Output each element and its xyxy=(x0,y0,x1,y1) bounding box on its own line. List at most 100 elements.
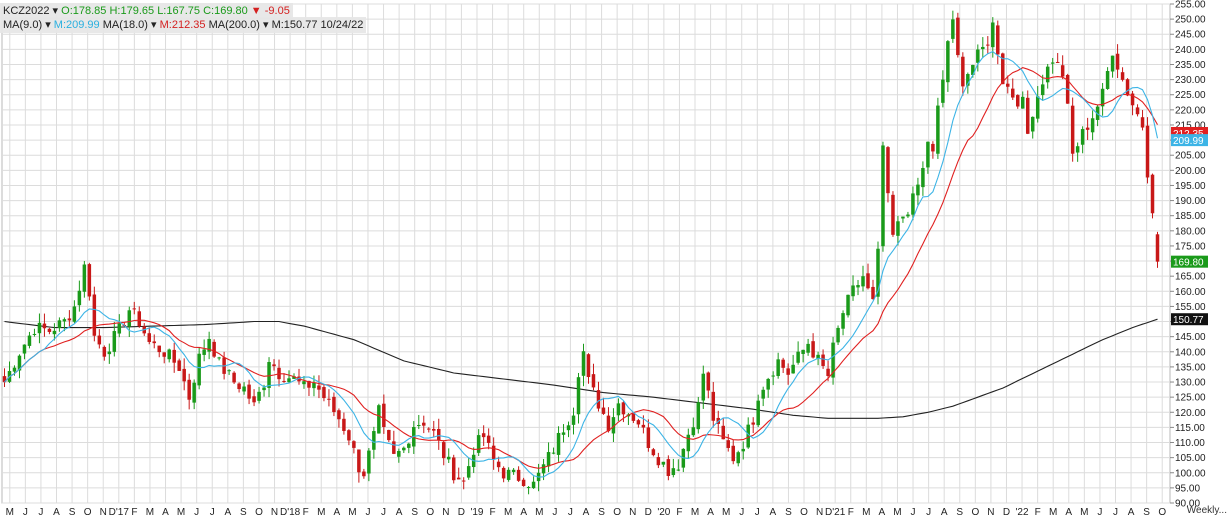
price-tag: 169.80 xyxy=(1171,255,1208,269)
x-tick-label: M xyxy=(1080,507,1088,518)
candle-body xyxy=(821,354,825,366)
candle-body xyxy=(516,469,521,481)
y-tick-label: 105.00 xyxy=(1175,453,1206,464)
candle-body xyxy=(1035,96,1040,119)
candle-body xyxy=(337,410,341,420)
price-tag-label: 150.77 xyxy=(1173,315,1204,326)
candle-body xyxy=(387,429,391,441)
y-tick-label: 145.00 xyxy=(1175,332,1206,343)
x-tick-label: M xyxy=(862,507,870,518)
x-tick-label: '19 xyxy=(470,507,483,518)
candle-body xyxy=(546,452,551,467)
candle-body xyxy=(761,389,765,399)
candle-body xyxy=(511,469,516,472)
candle xyxy=(1145,117,1150,184)
x-tick-label: M xyxy=(177,507,185,518)
candle-body xyxy=(556,432,561,455)
candle-body xyxy=(906,214,910,217)
candle-body xyxy=(926,141,930,168)
x-tick-label: S xyxy=(240,507,247,518)
candle-body xyxy=(706,372,711,391)
candle-body xyxy=(92,294,97,336)
x-tick-label: A xyxy=(770,507,777,518)
x-tick-label: A xyxy=(520,507,527,518)
candle-body xyxy=(746,424,750,448)
candle-body xyxy=(1080,129,1085,145)
candle xyxy=(696,396,701,434)
candle-body xyxy=(107,351,112,355)
candle-body xyxy=(237,383,241,390)
candle xyxy=(232,371,236,385)
candle-body xyxy=(931,143,935,152)
candle-body xyxy=(521,479,526,486)
candle-body xyxy=(397,450,401,457)
symbol-label[interactable]: KCZ2022 xyxy=(3,5,49,17)
candle-body xyxy=(591,374,596,388)
timeframe-label[interactable]: Weekly... xyxy=(1187,505,1227,516)
y-tick-label: 235.00 xyxy=(1175,60,1206,71)
candle-body xyxy=(1020,96,1025,109)
candle-body xyxy=(67,318,72,321)
candle-body xyxy=(1050,62,1055,64)
x-tick-label: O xyxy=(1158,507,1166,518)
x-tick-label: O xyxy=(84,507,92,518)
x-tick-label: A xyxy=(224,507,231,518)
ma18-name[interactable]: MA(18.0) xyxy=(103,19,148,31)
candle-body xyxy=(312,382,316,389)
candle-body xyxy=(856,285,860,288)
candle-body xyxy=(202,349,206,355)
candle-body xyxy=(986,44,990,46)
candle xyxy=(1150,173,1155,219)
candle-body xyxy=(272,364,276,367)
candle xyxy=(1070,97,1075,162)
candle-body xyxy=(756,400,760,426)
candle-body xyxy=(646,427,651,449)
price-chart[interactable]: 90.00 95.00 100.00 105.00 110.00 115.00 120.00… xyxy=(0,0,1229,518)
candle-body xyxy=(701,373,706,401)
candle-body xyxy=(976,49,980,63)
high-value: H:179.65 xyxy=(109,5,155,17)
x-tick-label: J xyxy=(568,507,573,518)
x-tick-label: A xyxy=(879,507,886,518)
candle-body xyxy=(686,434,691,452)
x-tick-label: A xyxy=(1128,507,1135,518)
candle-body xyxy=(212,341,216,357)
candle-body xyxy=(1045,66,1050,83)
candle xyxy=(836,325,840,345)
x-tick-label: O xyxy=(426,507,434,518)
x-tick-label: N xyxy=(271,507,278,518)
candle-body xyxy=(182,368,186,382)
candle xyxy=(212,339,216,358)
candle-body xyxy=(936,105,940,154)
y-axis: 90.0095.00100.00105.00110.00115.00120.00… xyxy=(1170,0,1206,510)
candle xyxy=(92,286,97,342)
x-tick-label: N xyxy=(442,507,449,518)
candle-body xyxy=(1150,174,1155,214)
candle-body xyxy=(217,357,221,359)
ma200-name[interactable]: MA(200.0) xyxy=(209,19,260,31)
x-tick-label: S xyxy=(411,507,418,518)
candle-body xyxy=(661,461,666,465)
ma9-dropdown-icon[interactable]: ▾ xyxy=(45,19,51,31)
candle-body xyxy=(1090,118,1095,133)
ma18-dropdown-icon[interactable]: ▾ xyxy=(151,19,157,31)
candle-body xyxy=(911,193,915,215)
x-tick-label: F xyxy=(131,507,137,518)
symbol-dropdown-icon[interactable]: ▾ xyxy=(53,5,59,17)
ma9-name[interactable]: MA(9.0) xyxy=(3,19,42,31)
candle-body xyxy=(771,375,775,377)
price-tag: 209.99 xyxy=(1171,134,1208,147)
candle-body xyxy=(377,405,381,434)
candle-body xyxy=(1105,71,1110,89)
quote-date: 10/24/22 xyxy=(320,19,364,31)
candle-body xyxy=(152,341,156,344)
candle-body xyxy=(192,382,196,403)
x-tick-label: F xyxy=(1035,507,1041,518)
chart-canvas[interactable]: 90.0095.00100.00105.00110.00115.00120.00… xyxy=(0,0,1229,518)
candle-body xyxy=(666,459,671,476)
candle-body xyxy=(317,385,321,390)
candle-body xyxy=(382,403,386,427)
candle-body xyxy=(132,308,137,310)
x-tick-label: J xyxy=(365,507,370,518)
ma200-dropdown-icon[interactable]: ▾ xyxy=(263,19,269,31)
